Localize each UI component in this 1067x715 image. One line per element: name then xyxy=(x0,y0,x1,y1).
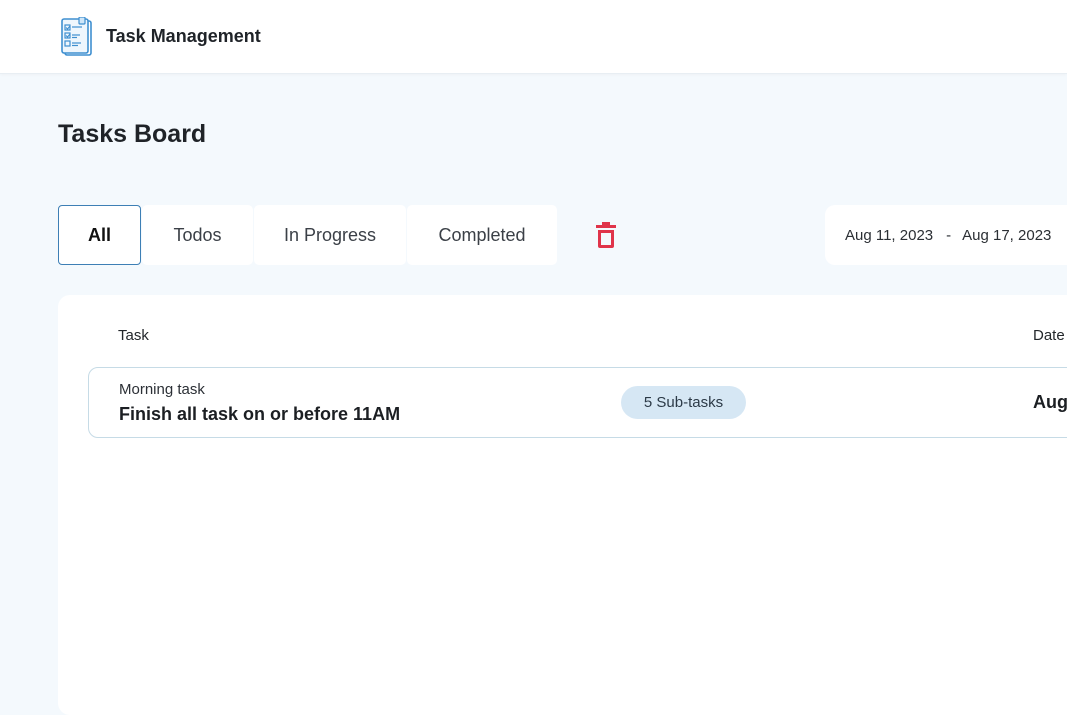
date-range-separator: - xyxy=(946,226,952,244)
page-title: Tasks Board xyxy=(58,120,207,148)
task-category: Morning task xyxy=(119,381,205,398)
task-row[interactable]: Morning task Finish all task on or befor… xyxy=(88,367,1067,438)
date-range-end: Aug 17, 2023 xyxy=(962,226,1052,244)
tab-todos[interactable]: Todos xyxy=(142,205,253,265)
task-board: Task Date Morning task Finish all task o… xyxy=(58,295,1067,715)
tab-all[interactable]: All xyxy=(58,205,141,265)
task-title: Finish all task on or before 11AM xyxy=(119,404,401,424)
tab-in-progress[interactable]: In Progress xyxy=(254,205,406,265)
checklist-icon xyxy=(61,17,92,56)
column-header-task: Task xyxy=(118,327,149,344)
date-range-picker[interactable]: Aug 11, 2023 - Aug 17, 2023 xyxy=(825,205,1067,265)
trash-icon[interactable] xyxy=(594,221,618,249)
status-tabs: All Todos In Progress Completed xyxy=(58,205,558,265)
top-bar: Task Management xyxy=(0,0,1067,74)
task-date: Aug xyxy=(1033,392,1067,412)
date-range-start: Aug 11, 2023 xyxy=(845,226,934,244)
column-header-date: Date xyxy=(1033,327,1065,344)
tab-completed[interactable]: Completed xyxy=(407,205,557,265)
app-title: Task Management xyxy=(106,26,261,46)
subtasks-badge[interactable]: 5 Sub-tasks xyxy=(621,386,746,419)
